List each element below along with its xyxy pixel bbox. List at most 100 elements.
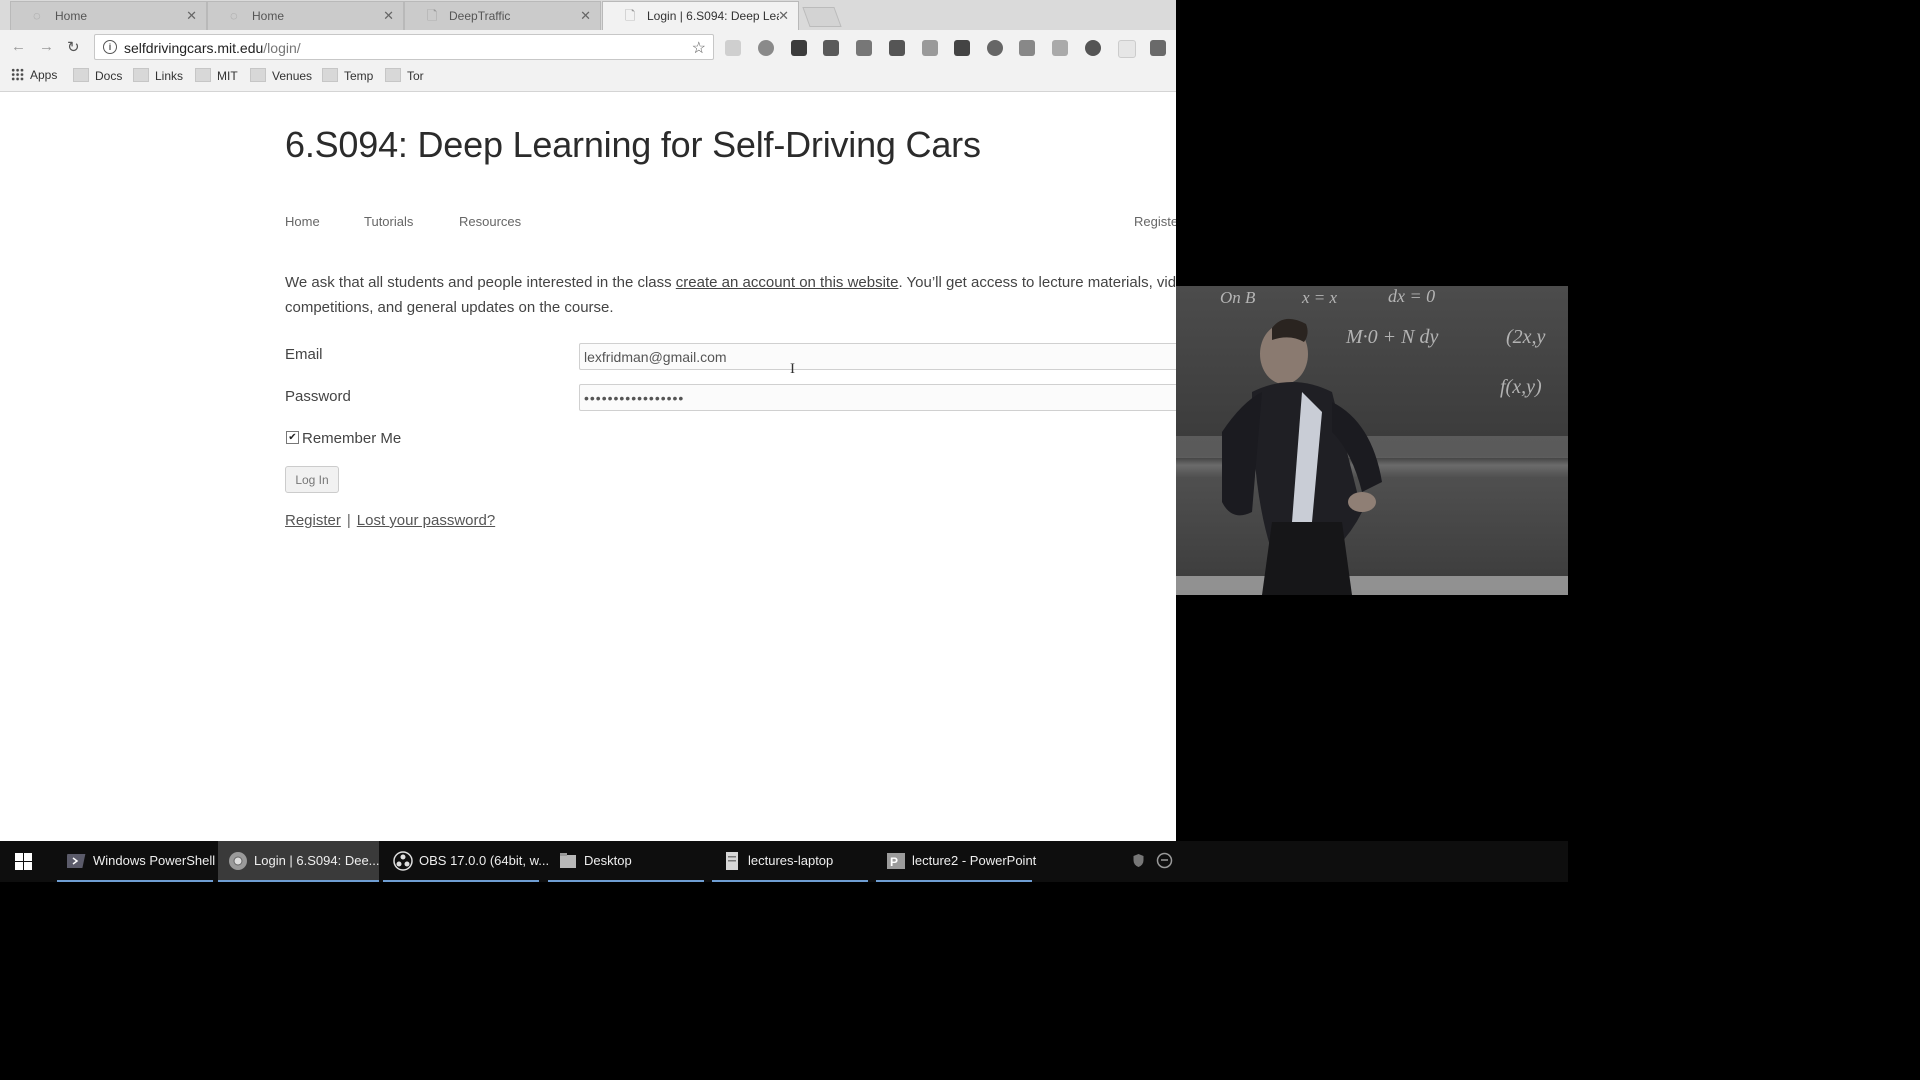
tab-title: Home xyxy=(55,9,88,23)
extension-icon[interactable] xyxy=(823,40,839,56)
extension-icon[interactable] xyxy=(987,40,1003,56)
folder-icon xyxy=(250,68,266,82)
chrome-icon xyxy=(229,852,247,870)
extension-icon[interactable] xyxy=(856,40,872,56)
folder-icon xyxy=(133,68,149,82)
powershell-icon xyxy=(67,854,86,868)
lost-password-link[interactable]: Lost your password? xyxy=(357,512,495,529)
tab-title: DeepTraffic xyxy=(449,9,511,23)
address-bar[interactable]: i selfdrivingcars.mit.edu/login/ ☆ xyxy=(94,34,714,60)
intro-text-line2: competitions, and general updates on the… xyxy=(285,299,614,316)
tab-title: Login | 6.S094: Deep Lea xyxy=(647,9,779,23)
edit-icon[interactable] xyxy=(1052,40,1068,56)
document-icon xyxy=(726,852,738,870)
task-label: Login | 6.S094: Dee... xyxy=(254,853,380,868)
svg-text:P: P xyxy=(890,855,898,869)
obs-icon xyxy=(393,851,413,871)
extension-icon[interactable] xyxy=(725,40,741,56)
task-label: lectures-laptop xyxy=(748,853,834,868)
bookmark-mit[interactable]: MIT xyxy=(195,68,238,83)
forward-icon[interactable]: → xyxy=(39,38,54,55)
new-tab-button[interactable] xyxy=(802,7,842,27)
lecturer-figure xyxy=(1222,318,1382,595)
close-icon[interactable]: ✕ xyxy=(186,8,197,24)
link-separator: | xyxy=(346,512,351,529)
close-icon[interactable]: ✕ xyxy=(580,8,591,24)
back-icon[interactable]: ← xyxy=(11,38,26,55)
taskbar-item-powerpoint[interactable]: P lecture2 - PowerPoint xyxy=(876,841,1036,882)
tab-home-2[interactable]: ◌ Home ✕ xyxy=(207,1,404,30)
folder-icon xyxy=(385,68,401,82)
bookmarks-bar: Apps Docs Links MIT Venues Temp Tor xyxy=(0,64,1176,92)
page-icon: 🗋 xyxy=(625,8,636,23)
email-field[interactable] xyxy=(579,343,1176,370)
folder-icon xyxy=(73,68,89,82)
nav-tutorials[interactable]: Tutorials xyxy=(364,214,413,229)
task-label: OBS 17.0.0 (64bit, w... xyxy=(419,853,550,868)
board-text: f(x,y) xyxy=(1500,376,1542,398)
tab-login[interactable]: 🗋 Login | 6.S094: Deep Lea ✕ xyxy=(602,1,799,30)
evernote-icon[interactable] xyxy=(791,40,807,56)
taskbar-item-lectures-laptop[interactable]: lectures-laptop xyxy=(712,841,868,882)
bookmark-docs[interactable]: Docs xyxy=(73,68,122,83)
bookmark-venues[interactable]: Venues xyxy=(250,68,312,83)
apps-icon xyxy=(11,68,24,81)
password-label: Password xyxy=(285,388,351,405)
tab-deeptraffic[interactable]: 🗋 DeepTraffic ✕ xyxy=(404,1,601,30)
page-icon: 🗋 xyxy=(427,8,438,23)
text-cursor-icon: I xyxy=(790,361,795,377)
powerpoint-icon: P xyxy=(887,853,905,869)
taskbar-item-powershell[interactable]: Windows PowerShell xyxy=(57,841,216,882)
star-icon[interactable]: ☆ xyxy=(692,38,706,58)
page-title: 6.S094: Deep Learning for Self-Driving C… xyxy=(285,124,981,165)
login-button[interactable]: Log In xyxy=(285,466,339,493)
taskbar: Windows PowerShell Login | 6.S094: Dee..… xyxy=(0,841,1568,882)
email-label: Email xyxy=(285,346,323,363)
remember-me-checkbox[interactable]: ✔ xyxy=(286,431,299,444)
task-label: lecture2 - PowerPoint xyxy=(912,853,1037,868)
tray-shield-icon[interactable] xyxy=(1131,853,1146,868)
close-icon[interactable]: ✕ xyxy=(383,8,394,24)
extension-globe-icon[interactable] xyxy=(758,40,774,56)
loading-icon: ◌ xyxy=(33,8,41,23)
nav-resources[interactable]: Resources xyxy=(459,214,521,229)
browser-window: ◌ Home ✕ ◌ Home ✕ 🗋 DeepTraffic ✕ 🗋 Logi… xyxy=(0,0,1176,841)
scissors-icon[interactable] xyxy=(954,40,970,56)
bookmark-tor[interactable]: Tor xyxy=(385,68,424,83)
tab-strip: ◌ Home ✕ ◌ Home ✕ 🗋 DeepTraffic ✕ 🗋 Logi… xyxy=(0,0,1176,30)
loading-icon: ◌ xyxy=(230,8,238,23)
bookmark-links[interactable]: Links xyxy=(133,68,183,83)
extension-icon[interactable] xyxy=(922,40,938,56)
print-icon[interactable] xyxy=(1150,40,1166,56)
tab-title: Home xyxy=(252,9,285,23)
intro-text-part: We ask that all students and people inte… xyxy=(285,274,676,291)
folder-icon xyxy=(560,853,576,868)
extension-icon[interactable] xyxy=(1085,40,1101,56)
calendar-icon[interactable] xyxy=(889,40,905,56)
nav-home[interactable]: Home xyxy=(285,214,320,229)
url-text: selfdrivingcars.mit.edu/login/ xyxy=(124,40,301,56)
nav-register[interactable]: Registe xyxy=(1134,214,1176,229)
task-label: Windows PowerShell xyxy=(93,853,216,868)
tray-sync-icon[interactable] xyxy=(1156,852,1173,869)
extension-icon[interactable] xyxy=(1118,40,1136,58)
register-link[interactable]: Register xyxy=(285,512,341,529)
taskbar-item-chrome[interactable]: Login | 6.S094: Dee... xyxy=(218,841,380,882)
task-label: Desktop xyxy=(584,853,632,868)
taskbar-item-obs[interactable]: OBS 17.0.0 (64bit, w... xyxy=(383,841,549,882)
close-icon[interactable]: ✕ xyxy=(778,8,789,24)
bookmark-temp[interactable]: Temp xyxy=(322,68,373,83)
create-account-link[interactable]: create an account on this website xyxy=(676,274,899,291)
folder-icon xyxy=(195,68,211,82)
tab-home-1[interactable]: ◌ Home ✕ xyxy=(10,1,207,30)
taskbar-item-desktop[interactable]: Desktop xyxy=(548,841,704,882)
info-icon[interactable]: i xyxy=(103,40,117,54)
css-icon[interactable] xyxy=(1019,40,1035,56)
bookmark-apps[interactable]: Apps xyxy=(11,68,57,82)
password-field[interactable] xyxy=(579,384,1176,411)
board-text: (2x,y xyxy=(1506,326,1546,348)
remember-me-label: Remember Me xyxy=(302,430,402,447)
reload-icon[interactable]: ↻ xyxy=(67,38,80,56)
windows-start-icon[interactable] xyxy=(15,853,32,870)
folder-icon xyxy=(322,68,338,82)
